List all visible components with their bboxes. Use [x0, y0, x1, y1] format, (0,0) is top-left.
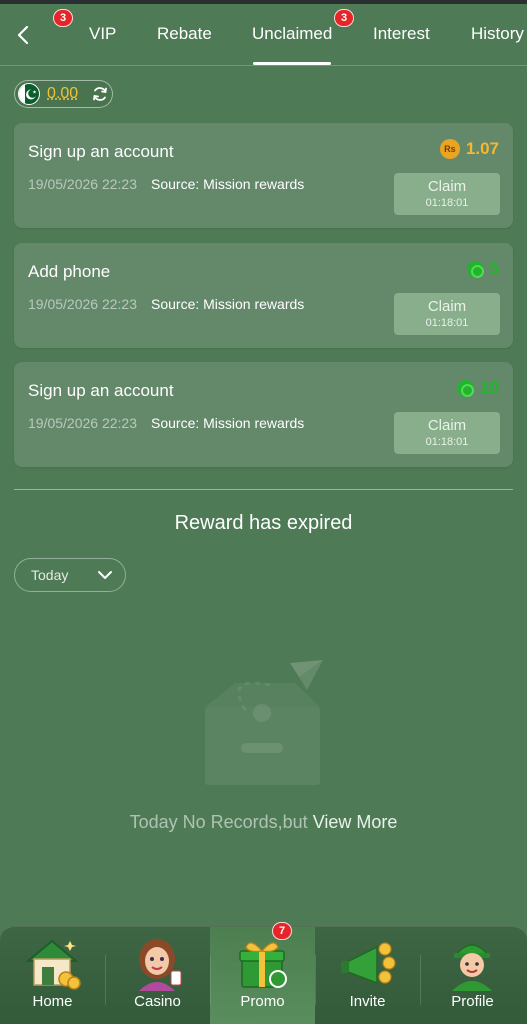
- reward-date: 19/05/2026 22:23: [28, 176, 137, 192]
- claim-timer: 01:18:01: [425, 197, 469, 209]
- profile-icon: [452, 944, 492, 991]
- casino-icon: [139, 939, 182, 991]
- reward-title: Add phone: [28, 262, 111, 281]
- date-filter-value: Today: [31, 567, 69, 583]
- unclaimed-badge: 3: [334, 9, 354, 27]
- refresh-icon[interactable]: [91, 85, 109, 103]
- pakistan-flag-icon: [18, 83, 40, 105]
- tab-history[interactable]: History: [471, 24, 524, 44]
- reward-amount-value: 5: [489, 259, 499, 278]
- nav-promo[interactable]: Promo: [210, 927, 315, 1024]
- claim-label: Claim: [427, 178, 467, 195]
- rupee-coin-icon: Rs: [439, 139, 460, 159]
- nav-home-label: Home: [32, 993, 73, 1010]
- claim-timer: 01:18:01: [425, 436, 469, 448]
- expired-section-title: Reward has expired: [174, 512, 353, 534]
- nav-casino-label: Casino: [134, 993, 181, 1010]
- reward-amount-value: 10: [480, 378, 499, 397]
- reward-source: Source: Mission rewards: [151, 296, 305, 312]
- chevron-left-icon: [17, 25, 29, 45]
- claim-timer: 01:18:01: [425, 317, 469, 329]
- reward-amount-value: 1.07: [465, 139, 499, 158]
- chevron-down-icon: [98, 571, 112, 579]
- nav-invite-label: Invite: [349, 993, 386, 1010]
- claim-label: Claim: [427, 298, 467, 315]
- bottom-navigation: Home Casino Promo Invite Profile: [0, 926, 527, 1024]
- nav-home[interactable]: Home: [0, 927, 105, 1024]
- home-icon: [25, 939, 81, 990]
- reward-amount: 5: [466, 259, 499, 279]
- green-chip-icon: [466, 260, 484, 278]
- empty-state-text: Today No Records,but: [129, 812, 308, 832]
- megaphone-icon: [341, 942, 396, 985]
- nav-promo-label: Promo: [240, 993, 285, 1010]
- balance-pill: 0.00: [14, 80, 113, 108]
- nav-casino[interactable]: Casino: [105, 927, 210, 1024]
- reward-source: Source: Mission rewards: [151, 415, 305, 431]
- reward-title: Sign up an account: [28, 142, 174, 161]
- reward-date: 19/05/2026 22:23: [28, 415, 137, 431]
- claim-button[interactable]: Claim 01:18:01: [394, 173, 500, 215]
- reward-amount: Rs 1.07: [439, 139, 499, 159]
- empty-box-icon: [205, 660, 323, 785]
- gift-icon: [239, 942, 287, 988]
- reward-title: Sign up an account: [28, 381, 174, 400]
- active-tab-indicator: [253, 62, 331, 65]
- reward-card: Sign up an account Rs 1.07 19/05/2026 22…: [14, 123, 513, 228]
- section-divider: [14, 489, 513, 490]
- green-chip-icon: [457, 379, 475, 397]
- tab-unclaimed[interactable]: Unclaimed: [252, 24, 332, 44]
- view-more-link[interactable]: View More: [313, 812, 398, 832]
- reward-date: 19/05/2026 22:23: [28, 296, 137, 312]
- claim-label: Claim: [427, 417, 467, 434]
- promo-badge: 7: [272, 922, 292, 940]
- tab-rebate[interactable]: Rebate: [157, 24, 212, 44]
- empty-state-message: Today No Records,but View More: [0, 812, 527, 833]
- reward-card: Sign up an account 10 19/05/2026 22:23 S…: [14, 362, 513, 467]
- balance-value: 0.00: [47, 85, 79, 102]
- reward-card: Add phone 5 19/05/2026 22:23 Source: Mis…: [14, 243, 513, 348]
- tab-interest[interactable]: Interest: [373, 24, 430, 44]
- notification-badge: 3: [53, 9, 73, 27]
- claim-button[interactable]: Claim 01:18:01: [394, 412, 500, 454]
- claim-button[interactable]: Claim 01:18:01: [394, 293, 500, 335]
- nav-profile-label: Profile: [451, 993, 494, 1010]
- back-button[interactable]: [8, 18, 38, 52]
- tab-vip[interactable]: VIP: [89, 24, 116, 44]
- nav-invite[interactable]: Invite: [315, 927, 420, 1024]
- tab-header: 3 VIP Rebate Unclaimed 3 Interest Histor…: [0, 4, 527, 66]
- reward-amount: 10: [457, 378, 499, 398]
- nav-profile[interactable]: Profile: [420, 927, 525, 1024]
- date-filter-select[interactable]: Today: [14, 558, 126, 592]
- reward-source: Source: Mission rewards: [151, 176, 305, 192]
